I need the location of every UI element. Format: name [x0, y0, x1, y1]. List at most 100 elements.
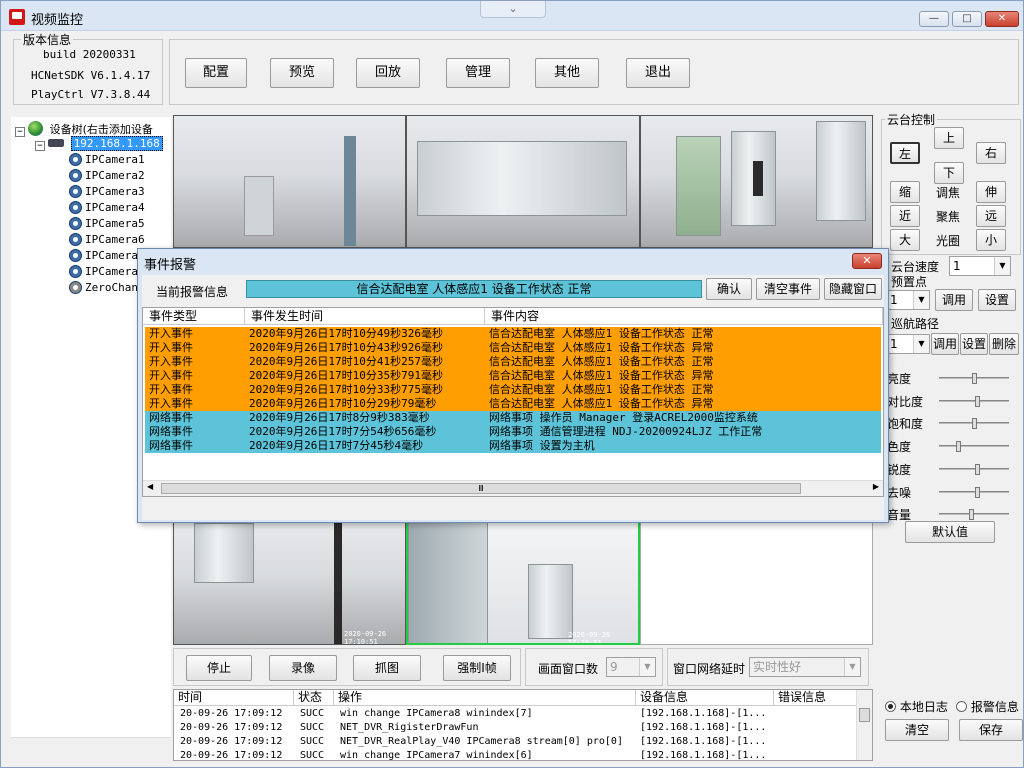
tree-device[interactable]: − 192.168.1.168	[35, 136, 163, 151]
close-button[interactable]: ✕	[985, 11, 1019, 27]
default-values-button[interactable]: 默认值	[905, 521, 995, 543]
ptz-left-button[interactable]: 左	[890, 142, 920, 164]
log-col-error[interactable]: 错误信息	[774, 690, 858, 706]
cruise-set-button[interactable]: 设置	[960, 333, 988, 355]
tree-item-camera[interactable]: IPCamera7	[69, 249, 145, 262]
force-iframe-button[interactable]: 强制I帧	[443, 655, 511, 681]
tree-item-camera[interactable]: IPCamera4	[69, 201, 145, 214]
net-delay-select[interactable]: 实时性好 ▼	[749, 657, 861, 677]
image-slider-saturation[interactable]	[939, 418, 1009, 430]
scroll-left-icon[interactable]: ◀	[147, 482, 153, 491]
stop-button[interactable]: 停止	[186, 655, 252, 681]
hide-window-button[interactable]: 隐藏窗口	[824, 278, 882, 300]
local-log-radio[interactable]: 本地日志	[885, 698, 948, 715]
col-event-content[interactable]: 事件内容	[485, 308, 883, 325]
event-hscrollbar[interactable]: ◀ Ⅲ ▶	[143, 480, 883, 496]
slider-thumb[interactable]	[968, 509, 974, 521]
config-button[interactable]: 配置	[185, 58, 247, 88]
playback-button[interactable]: 回放	[356, 58, 420, 88]
minimize-button[interactable]: —	[919, 11, 949, 27]
col-event-type[interactable]: 事件类型	[143, 308, 245, 325]
clear-log-button[interactable]: 清空	[885, 719, 949, 741]
log-col-device[interactable]: 设备信息	[636, 690, 774, 706]
record-button[interactable]: 录像	[269, 655, 337, 681]
tree-hscrollbar[interactable]	[11, 737, 171, 753]
log-row[interactable]: 20-09-26 17:09:12 SUCC win change IPCamera…	[174, 707, 854, 721]
slider-thumb[interactable]	[975, 395, 981, 407]
event-row[interactable]: 网络事件 2020年9月26日17时7分54秒656毫秒 网络事项 通信管理进程 N…	[145, 425, 881, 439]
zoom-in-button[interactable]: 缩	[890, 181, 920, 203]
video-tile-2[interactable]	[406, 115, 640, 248]
event-row[interactable]: 开入事件 2020年9月26日17时10分43秒926毫秒 信合达配电室 人体感应1…	[145, 341, 881, 355]
slider-thumb[interactable]	[972, 373, 977, 384]
scroll-right-icon[interactable]: ▶	[873, 482, 879, 491]
image-slider-brightness[interactable]	[939, 373, 1009, 384]
video-tile-1[interactable]	[173, 115, 406, 248]
other-button[interactable]: 其他	[535, 58, 599, 88]
manage-button[interactable]: 管理	[446, 58, 510, 88]
save-log-button[interactable]: 保存	[959, 719, 1023, 741]
event-row[interactable]: 开入事件 2020年9月26日17时10分35秒791毫秒 信合达配电室 人体感应1…	[145, 369, 881, 383]
event-row[interactable]: 开入事件 2020年9月26日17时10分33秒775毫秒 信合达配电室 人体感应1…	[145, 383, 881, 397]
collapse-icon[interactable]: −	[15, 127, 25, 137]
focus-near-button[interactable]: 近	[890, 205, 920, 227]
ptz-speed-select[interactable]: 1 ▼	[949, 256, 1011, 276]
image-slider-volume[interactable]	[939, 509, 1009, 521]
image-slider-hue[interactable]	[939, 441, 1009, 453]
cruise-call-button[interactable]: 调用	[931, 333, 959, 355]
slider-thumb[interactable]	[975, 463, 981, 475]
video-tile-3[interactable]	[640, 115, 873, 248]
event-row[interactable]: 开入事件 2020年9月26日17时10分49秒326毫秒 信合达配电室 人体感应1…	[145, 327, 881, 341]
exit-button[interactable]: 退出	[626, 58, 690, 88]
zoom-out-button[interactable]: 伸	[976, 181, 1006, 203]
video-tile-8[interactable]: 2020-09-26 17:10:51	[406, 517, 640, 645]
log-col-status[interactable]: 状态	[294, 690, 334, 706]
iris-small-button[interactable]: 小	[976, 229, 1006, 251]
preview-button[interactable]: 预览	[270, 58, 334, 88]
video-tile-9[interactable]	[640, 517, 873, 645]
chevron-down-icon[interactable]: ⌄	[480, 1, 546, 18]
scroll-thumb[interactable]	[859, 708, 870, 722]
image-slider-denoise[interactable]	[939, 486, 1009, 498]
image-slider-sharpness[interactable]	[939, 463, 1009, 475]
log-row[interactable]: 20-09-26 17:09:12 SUCC NET_DVR_RealPlay_V4…	[174, 735, 854, 749]
collapse-icon[interactable]: −	[35, 141, 45, 151]
scroll-thumb[interactable]: Ⅲ	[161, 483, 801, 494]
maximize-button[interactable]: □	[952, 11, 982, 27]
ptz-right-button[interactable]: 右	[976, 142, 1006, 164]
focus-far-button[interactable]: 远	[976, 205, 1006, 227]
cruise-select[interactable]: 1 ▼	[886, 334, 930, 354]
dialog-close-button[interactable]: ✕	[852, 253, 882, 269]
log-row[interactable]: 20-09-26 17:09:12 SUCC NET_DVR_RigisterDra…	[174, 721, 854, 735]
tree-item-camera[interactable]: IPCamera1	[69, 153, 145, 166]
image-slider-contrast[interactable]	[939, 395, 1009, 407]
tree-item-camera[interactable]: IPCamera8	[69, 265, 145, 278]
slider-thumb[interactable]	[955, 441, 961, 453]
tree-item-camera[interactable]: IPCamera3	[69, 185, 145, 198]
col-event-time[interactable]: 事件发生时间	[245, 308, 485, 325]
preset-select[interactable]: 1 ▼	[886, 290, 930, 310]
clear-events-button[interactable]: 清空事件	[756, 278, 820, 300]
event-row[interactable]: 网络事件 2020年9月26日17时8分9秒383毫秒 网络事项 操作员 Manag…	[145, 411, 881, 425]
preset-set-button[interactable]: 设置	[978, 289, 1016, 311]
ptz-down-button[interactable]: 下	[934, 162, 964, 184]
event-row[interactable]: 开入事件 2020年9月26日17时10分41秒257毫秒 信合达配电室 人体感应1…	[145, 355, 881, 369]
log-vscrollbar[interactable]	[856, 690, 872, 760]
event-row[interactable]: 网络事件 2020年9月26日17时7分45秒4毫秒 网络事项 设置为主机	[145, 439, 881, 453]
cruise-delete-button[interactable]: 删除	[989, 333, 1019, 355]
ptz-up-button[interactable]: 上	[934, 127, 964, 149]
log-col-time[interactable]: 时间	[174, 690, 294, 706]
tree-root[interactable]: − 设备树(右击添加设备	[15, 121, 153, 137]
confirm-button[interactable]: 确认	[706, 278, 752, 300]
alarm-info-radio[interactable]: 报警信息	[956, 698, 1019, 715]
tree-item-camera[interactable]: IPCamera2	[69, 169, 145, 182]
tree-item-camera[interactable]: IPCamera6	[69, 233, 145, 246]
slider-thumb[interactable]	[975, 486, 981, 498]
log-row[interactable]: 20-09-26 17:09:12 SUCC win change IPCamera…	[174, 749, 854, 763]
preset-call-button[interactable]: 调用	[935, 289, 973, 311]
iris-big-button[interactable]: 大	[890, 229, 920, 251]
tree-item-zerochan[interactable]: ZeroChan	[69, 281, 138, 294]
log-col-op[interactable]: 操作	[334, 690, 636, 706]
event-row[interactable]: 开入事件 2020年9月26日17时10分29秒79毫秒 信合达配电室 人体感应1 …	[145, 397, 881, 411]
video-tile-7[interactable]: 2020-09-26 17:10:51	[173, 517, 406, 645]
